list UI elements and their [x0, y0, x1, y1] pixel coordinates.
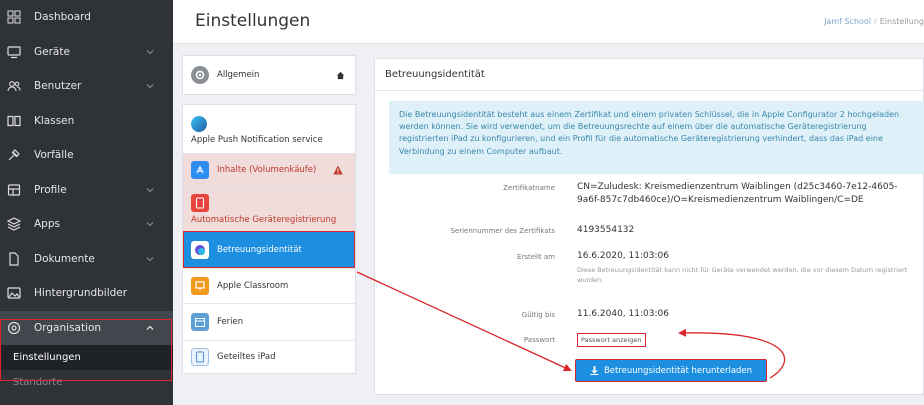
cert-name-value: CN=Zuludesk: Kreismedienzentrum Waibling…	[577, 182, 898, 205]
organisation-icon	[6, 320, 22, 336]
panel-title: Betreuungsidentität	[375, 59, 923, 91]
shared-ipad-icon	[191, 348, 209, 366]
profile-icon	[6, 182, 22, 198]
created-note: Diese Betreuungsidentität kann nicht für…	[577, 266, 908, 284]
breadcrumb-item[interactable]: Jamf School	[824, 17, 871, 26]
valid-label: Gültig bis	[521, 311, 555, 319]
settings-item-auto-registrierung[interactable]: Automatische Geräteregistrierung	[183, 186, 355, 231]
classroom-icon	[191, 277, 209, 295]
settings-list: Allgemein Apple Push Notification servic…	[182, 55, 356, 374]
sidebar-item-label: Geräte	[34, 45, 70, 58]
settings-item-apns[interactable]: Apple Push Notification service	[183, 105, 355, 153]
home-icon	[336, 71, 345, 79]
sidebar-item-label: Dokumente	[34, 252, 95, 265]
sidebar-item-organisation[interactable]: Organisation	[0, 310, 173, 345]
device-icon	[6, 44, 22, 60]
settings-item-apple-classroom[interactable]: Apple Classroom	[183, 268, 355, 303]
sidebar-item-label: Klassen	[34, 114, 75, 127]
sidebar-item-geraete[interactable]: Geräte	[0, 35, 173, 70]
sidebar-item-label: Benutzer	[34, 80, 82, 93]
sidebar-item-apps[interactable]: Apps	[0, 207, 173, 242]
settings-item-label: Inhalte (Volumenkäufe)	[217, 165, 317, 175]
incident-icon	[6, 147, 22, 163]
settings-item-geteiltes-ipad[interactable]: Geteiltes iPad	[183, 340, 355, 373]
sidebar-item-label: Apps	[34, 218, 60, 231]
download-button-label: Betreuungsidentität herunterladen	[603, 365, 753, 376]
breadcrumb: Jamf School / Einstellung	[824, 17, 924, 26]
chevron-down-icon	[146, 187, 154, 193]
sidebar-item-dashboard[interactable]: Dashboard	[0, 0, 173, 35]
sidebar-subitem-einstellungen[interactable]: Einstellungen	[0, 345, 173, 370]
cert-name-label: Zertifikatname	[503, 184, 555, 192]
sidebar-item-hintergrundbilder[interactable]: Hintergrundbilder	[0, 276, 173, 311]
settings-item-allgemein[interactable]: Allgemein	[183, 56, 355, 94]
settings-item-label: Allgemein	[217, 70, 260, 80]
created-value: 16.6.2020, 11:03:06	[577, 251, 669, 261]
chevron-down-icon	[146, 256, 154, 262]
page-title: Einstellungen	[195, 11, 311, 31]
show-password-button[interactable]: Passwort anzeigen	[577, 333, 646, 347]
created-label: Erstellt am	[517, 253, 555, 261]
supervision-icon	[191, 241, 209, 259]
download-supervision-identity-button[interactable]: Betreuungsidentität herunterladen	[575, 359, 767, 382]
sidebar-item-klassen[interactable]: Klassen	[0, 104, 173, 139]
sidebar-item-benutzer[interactable]: Benutzer	[0, 69, 173, 104]
users-icon	[6, 78, 22, 94]
warning-icon	[333, 165, 343, 175]
detail-panel: Betreuungsidentität Die Betreuungsidenti…	[374, 58, 924, 395]
sidebar-item-label: Hintergrundbilder	[34, 287, 128, 300]
serial-value: 4193554132	[577, 225, 635, 235]
settings-item-label: Betreuungsidentität	[217, 245, 302, 255]
sidebar-item-label: Dashboard	[34, 11, 91, 24]
sidebar-subitem-standorte[interactable]: Standorte	[0, 370, 173, 395]
image-icon	[6, 285, 22, 301]
settings-item-label: Geteiltes iPad	[217, 352, 276, 362]
document-icon	[6, 251, 22, 267]
settings-item-label: Automatische Geräteregistrierung	[191, 214, 337, 225]
password-label: Passwort	[523, 336, 555, 344]
sidebar-item-label: Vorfälle	[34, 149, 74, 162]
sidebar-item-vorfaelle[interactable]: Vorfälle	[0, 138, 173, 173]
sidebar-item-label: Organisation	[34, 321, 102, 334]
settings-item-label: Apple Classroom	[217, 281, 289, 291]
sidebar-item-dokumente[interactable]: Dokumente	[0, 242, 173, 277]
gear-icon	[191, 66, 209, 84]
auto-enrollment-icon	[191, 193, 209, 212]
valid-value: 11.6.2040, 11:03:06	[577, 309, 669, 319]
page-header: Einstellungen Jamf School / Einstellung	[173, 0, 924, 44]
calendar-icon	[191, 313, 209, 331]
apps-icon	[6, 216, 22, 232]
chevron-down-icon	[146, 84, 154, 89]
download-icon	[590, 366, 599, 375]
dashboard-icon	[6, 9, 22, 25]
book-icon	[6, 113, 22, 129]
sidebar-item-label: Profile	[34, 183, 67, 196]
breadcrumb-item: Einstellung	[879, 17, 924, 26]
settings-item-betreuungsidentitaet[interactable]: Betreuungsidentität	[183, 231, 355, 268]
settings-item-ferien[interactable]: Ferien	[183, 303, 355, 340]
chevron-down-icon	[146, 49, 154, 55]
settings-item-label: Apple Push Notification service	[191, 135, 323, 145]
settings-item-volumenkaeufe[interactable]: Inhalte (Volumenkäufe)	[183, 153, 355, 186]
serial-label: Seriennummer des Zertifikats	[450, 227, 555, 235]
sidebar-item-profile[interactable]: Profile	[0, 173, 173, 208]
app-store-icon	[191, 161, 209, 179]
apple-push-icon	[191, 116, 207, 132]
chevron-up-icon	[146, 325, 154, 330]
settings-item-label: Ferien	[217, 317, 244, 327]
info-alert: Die Betreuungsidentität besteht aus eine…	[389, 101, 924, 174]
chevron-down-icon	[146, 222, 154, 227]
sidebar: Dashboard Geräte Benutzer Klassen Vorfäl…	[0, 0, 173, 405]
